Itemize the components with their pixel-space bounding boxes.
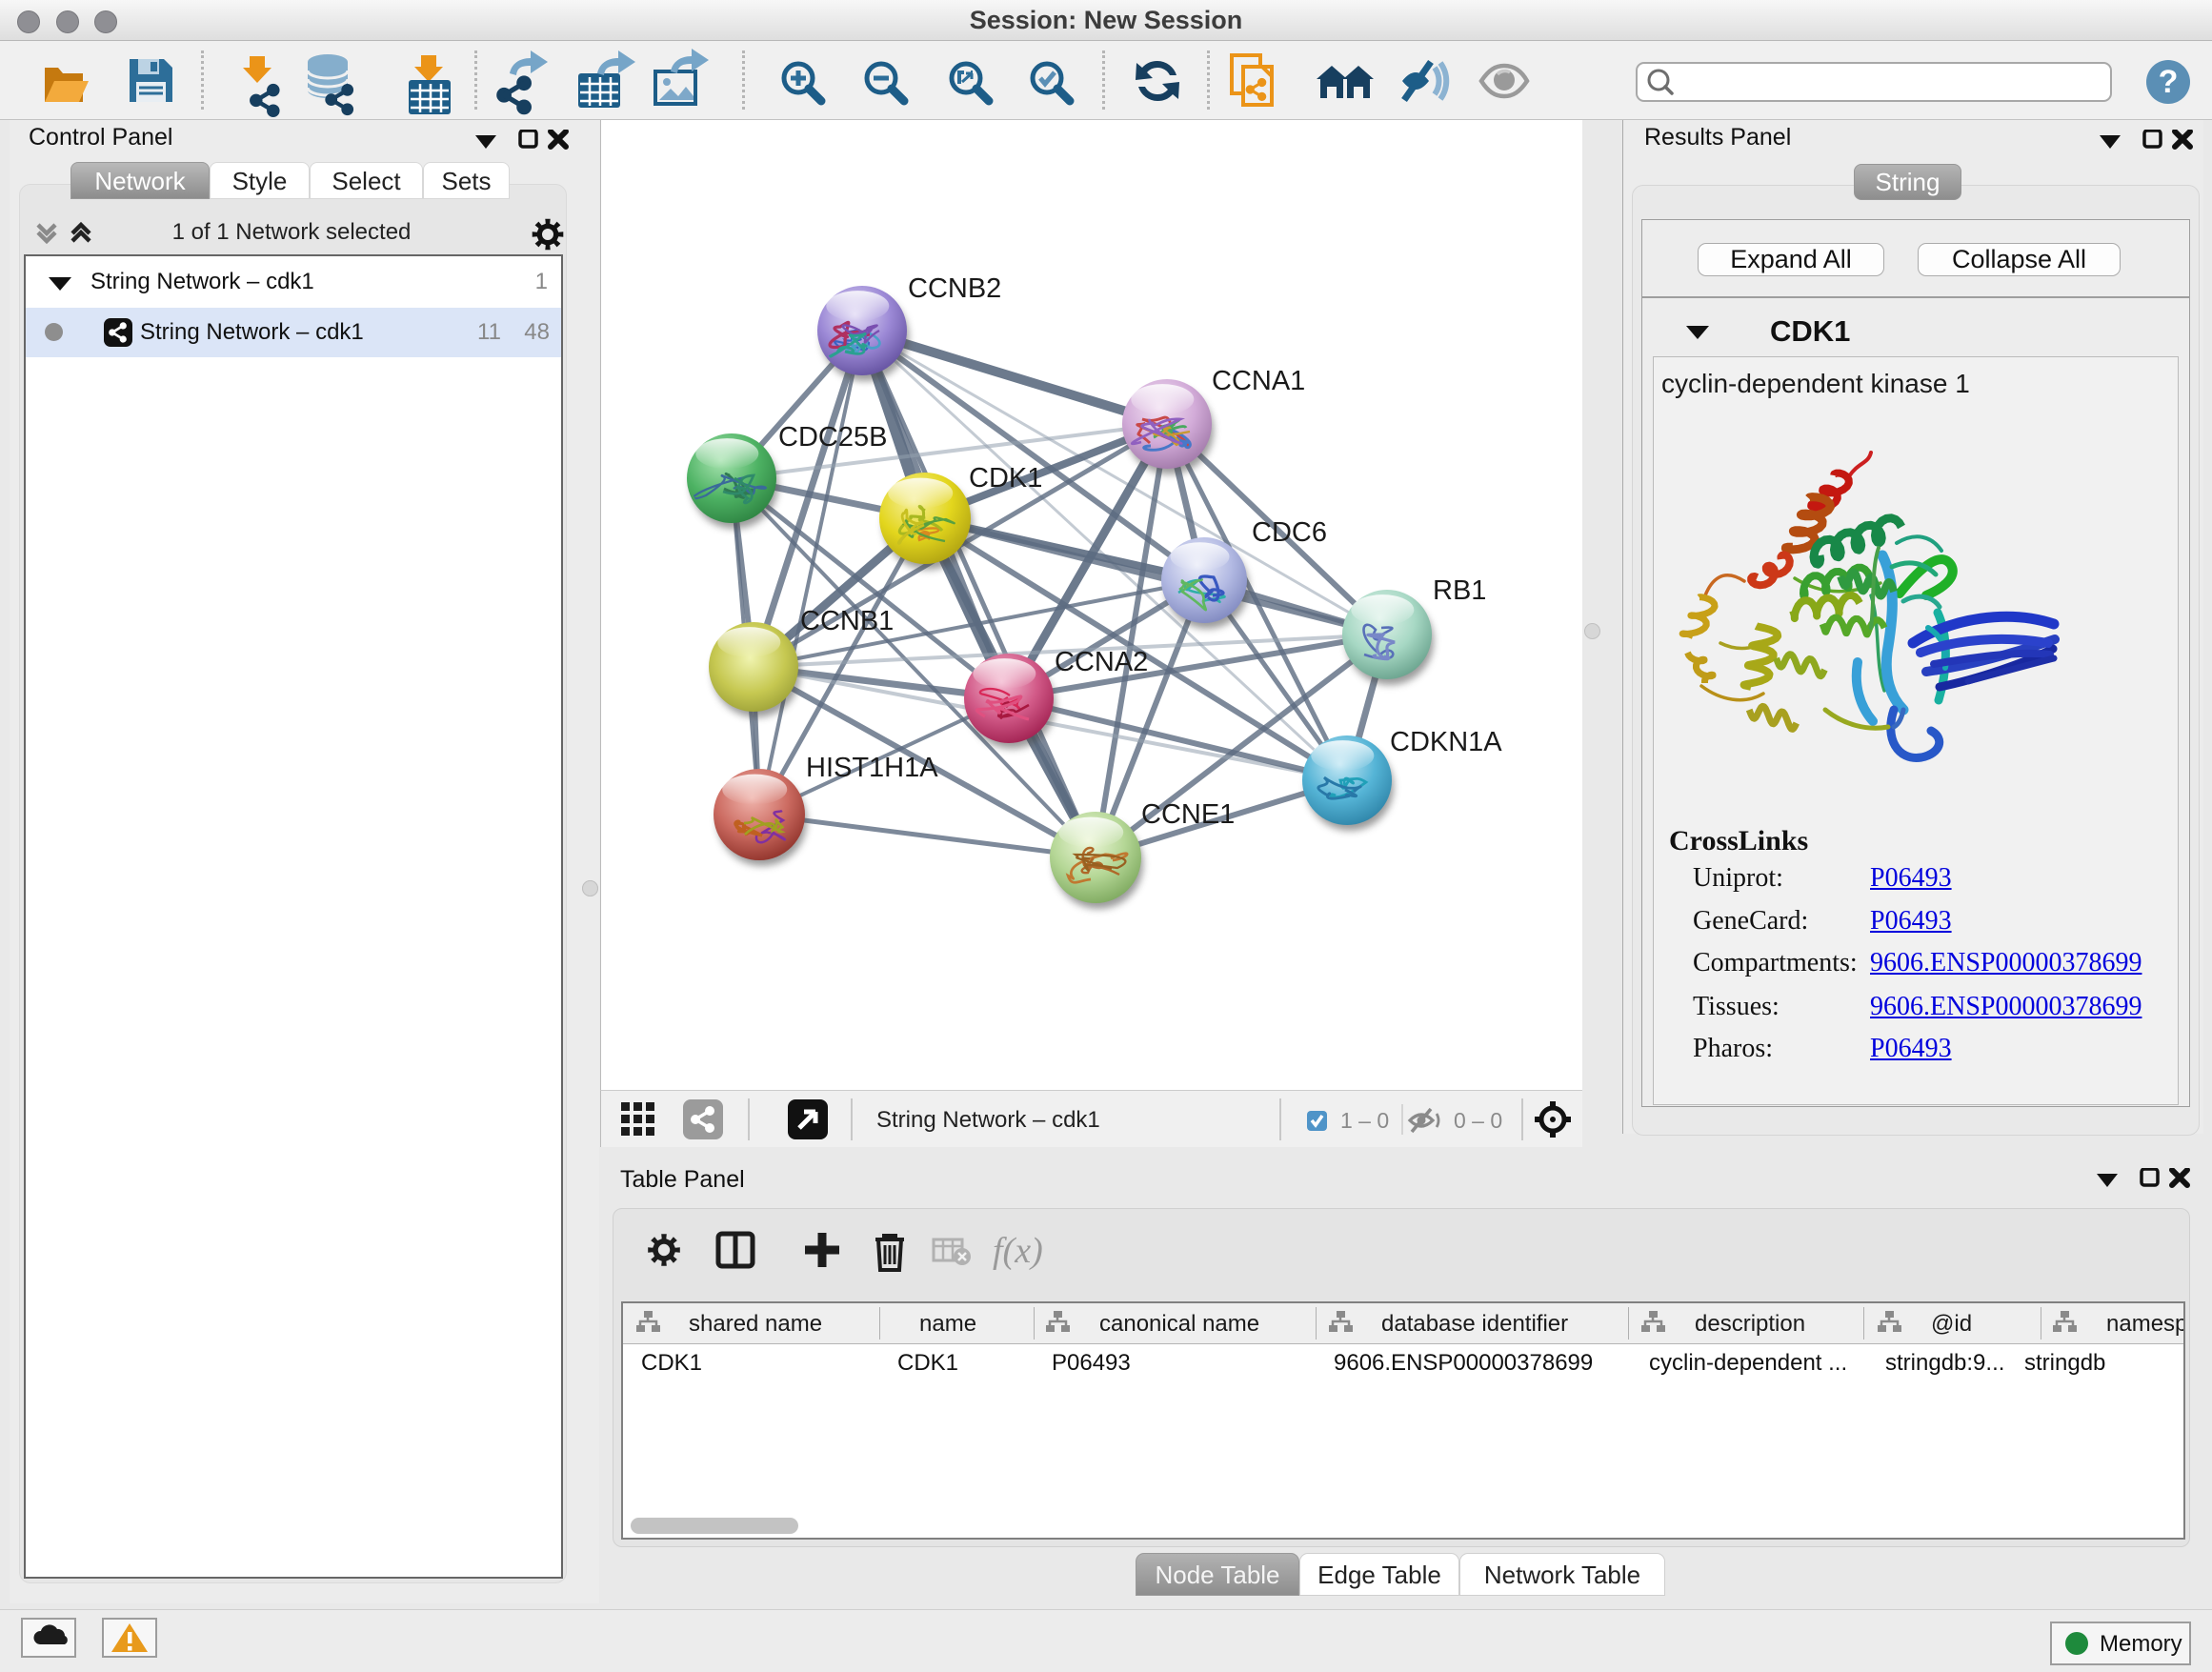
svg-text:0 – 0: 0 – 0 — [1454, 1108, 1502, 1133]
svg-text:CCNA1: CCNA1 — [1212, 366, 1305, 396]
svg-text:CCNA2: CCNA2 — [1055, 647, 1148, 677]
svg-text:CDC25B: CDC25B — [778, 422, 887, 453]
svg-text:CDKN1A: CDKN1A — [1390, 727, 1502, 757]
svg-text:CCNB2: CCNB2 — [908, 273, 1001, 304]
svg-text:CDK1: CDK1 — [969, 463, 1042, 494]
svg-text:CCNE1: CCNE1 — [1141, 799, 1235, 830]
svg-text:CDC6: CDC6 — [1252, 517, 1327, 548]
svg-text:1 – 0: 1 – 0 — [1340, 1108, 1389, 1133]
svg-text:HIST1H1A: HIST1H1A — [806, 753, 938, 783]
svg-text:RB1: RB1 — [1433, 575, 1486, 606]
svg-text:?: ? — [2159, 64, 2179, 100]
svg-text:f(x): f(x) — [993, 1231, 1043, 1271]
svg-text:String Network – cdk1: String Network – cdk1 — [876, 1107, 1100, 1133]
svg-text:CCNB1: CCNB1 — [800, 606, 894, 636]
